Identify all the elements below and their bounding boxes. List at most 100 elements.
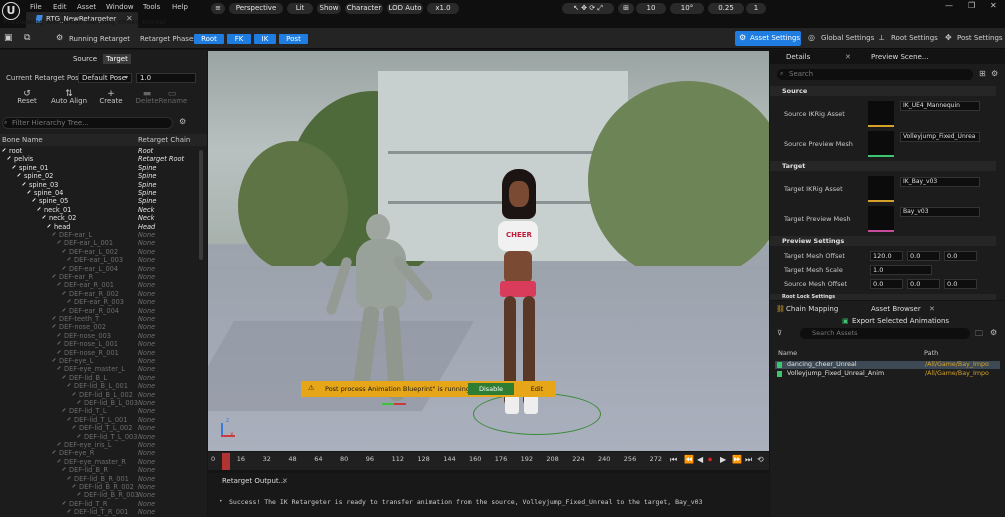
bone-chain[interactable]: None [138,374,155,382]
bone-chain[interactable]: None [138,265,155,273]
tab-details[interactable]: Details [786,53,810,61]
bone-name-column[interactable]: Bone Name [2,134,43,146]
bone-row[interactable]: DEF-lid_B_L_003 None [0,399,207,407]
show-button[interactable]: Show [317,3,341,14]
bone-row[interactable]: neck_01 Neck [0,206,207,214]
perspective-button[interactable]: Perspective [229,3,283,14]
tab-target[interactable]: Target [103,54,131,64]
bone-chain[interactable]: None [138,231,155,239]
menu-file[interactable]: File [30,3,42,11]
viewport-menu-button[interactable]: ≡ [211,3,225,14]
pose-blend-input[interactable]: 1.0 [136,73,196,83]
bone-row[interactable]: DEF-lid_T_L_002 None [0,424,207,432]
menu-help[interactable]: Help [172,3,188,11]
menu-asset[interactable]: Asset [77,3,96,11]
bone-row[interactable]: DEF-lid_B_R_003 None [0,491,207,499]
bone-chain[interactable]: Spine [138,181,156,189]
bone-row[interactable]: DEF-ear_R_001 None [0,281,207,289]
target-section-header[interactable]: Target [770,161,996,171]
close-icon[interactable]: ✕ [929,305,935,313]
bone-row[interactable]: DEF-lid_B_R_001 None [0,475,207,483]
phase-ik-button[interactable]: IK [254,34,276,44]
bone-row[interactable]: DEF-ear_R_002 None [0,290,207,298]
rootlock-section-header[interactable]: Root Lock Settings [770,294,996,300]
asset-row[interactable]: Volleyjump_Fixed_Unreal_Anim /All/Game/B… [775,370,1000,378]
bone-row[interactable]: DEF-ear_R None [0,273,207,281]
bone-chain[interactable]: None [138,424,155,432]
bone-row[interactable]: DEF-ear_L_004 None [0,265,207,273]
bone-chain[interactable]: None [138,416,155,424]
source-offset-y[interactable]: 0.0 [907,279,940,289]
bone-row[interactable]: DEF-lid_T_L None [0,407,207,415]
play-icon[interactable]: ▶ [720,455,726,464]
bone-row[interactable]: DEF-nose_R_001 None [0,349,207,357]
bone-row[interactable]: DEF-eye_L None [0,357,207,365]
preview-section-header[interactable]: Preview Settings [770,236,996,246]
bone-row[interactable]: DEF-eye_iris_L None [0,441,207,449]
target-offset-x[interactable]: 120.0 [870,251,903,261]
retarget-chain-column[interactable]: Retarget Chain [138,134,190,146]
auto-align-button[interactable]: Auto Align [48,97,90,105]
root-gizmo-circle[interactable] [473,393,601,435]
tab-chain-mapping[interactable]: Chain Mapping [786,305,838,313]
bone-chain[interactable]: Spine [138,189,156,197]
bone-chain[interactable]: None [138,256,155,264]
bone-chain[interactable]: Spine [138,172,156,180]
bone-chain[interactable]: None [138,357,155,365]
gear-icon[interactable]: ⚙ [990,328,997,337]
bone-chain[interactable]: None [138,315,155,323]
bone-row[interactable]: DEF-eye_master_R None [0,458,207,466]
bone-chain[interactable]: None [138,290,155,298]
minimize-icon[interactable]: — [945,1,953,10]
bone-row[interactable]: root Root [0,147,207,155]
delete-button[interactable]: Delete [134,97,160,105]
gear-icon[interactable]: ⚙ [991,69,998,78]
phase-fk-button[interactable]: FK [227,34,251,44]
bone-chain[interactable]: None [138,332,155,340]
bone-row[interactable]: pelvis Retarget Root [0,155,207,163]
bone-chain[interactable]: None [138,298,155,306]
bone-row[interactable]: DEF-lid_T_L_003 None [0,433,207,441]
bone-row[interactable]: DEF-lid_B_R None [0,466,207,474]
bone-chain[interactable]: Spine [138,197,156,205]
source-offset-x[interactable]: 0.0 [870,279,903,289]
window-close-icon[interactable]: ✕ [990,1,997,10]
target-mesh-dropdown[interactable]: Bay_v03 [900,207,980,217]
output-log-tab[interactable]: Retarget Output... [222,477,285,485]
bone-row[interactable]: DEF-ear_L None [0,231,207,239]
path-column[interactable]: Path [924,348,938,358]
bone-row[interactable]: DEF-lid_B_L_002 None [0,391,207,399]
bone-row[interactable]: spine_05 Spine [0,197,207,205]
bone-row[interactable]: DEF-teeth_T None [0,315,207,323]
playhead[interactable] [222,453,230,470]
bone-row[interactable]: DEF-nose_002 None [0,323,207,331]
bone-chain[interactable]: None [138,466,155,474]
bone-chain[interactable]: None [138,281,155,289]
bone-row[interactable]: DEF-ear_R_003 None [0,298,207,306]
step-back-icon[interactable]: ⏪ [684,455,694,464]
bone-chain[interactable]: None [138,475,155,483]
bone-row[interactable]: head Head [0,223,207,231]
filter-icon[interactable]: ⊽ [777,329,782,337]
tab-preview-scene[interactable]: Preview Scene... [871,53,929,61]
tree-scrollbar[interactable] [199,150,203,260]
bone-row[interactable]: DEF-lid_B_L None [0,374,207,382]
phase-root-button[interactable]: Root [194,34,224,44]
export-animations-button[interactable]: Export Selected Animations [852,317,949,325]
source-mesh-dropdown[interactable]: Volleyjump_Fixed_Unrea [900,132,980,142]
bone-chain[interactable]: Head [138,223,155,231]
bone-chain[interactable]: None [138,483,155,491]
asset-row[interactable]: dancing_cheer_Unreal /All/Game/Bay_Impo [775,361,1000,369]
target-ikrig-dropdown[interactable]: IK_Bay_v03 [900,177,980,187]
details-search-input[interactable]: Search [777,69,973,80]
bone-chain[interactable]: None [138,239,155,247]
scale-snap-button[interactable]: 0.25 [708,3,744,14]
bone-chain[interactable]: None [138,248,155,256]
bone-chain[interactable]: None [138,273,155,281]
loop-icon[interactable]: ⟲ [757,455,764,464]
lit-button[interactable]: Lit [287,3,313,14]
target-offset-y[interactable]: 0.0 [907,251,940,261]
root-settings-button[interactable]: Root Settings [891,34,938,42]
bone-chain[interactable]: None [138,407,155,415]
source-ikrig-dropdown[interactable]: IK_UE4_Mannequin [900,101,980,111]
